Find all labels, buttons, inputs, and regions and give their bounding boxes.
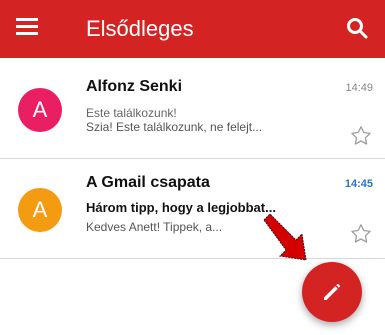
email-sender: Alfonz Senki <box>86 78 183 95</box>
page-title: Elsődleges <box>86 16 194 41</box>
search-icon[interactable] <box>345 16 369 40</box>
email-subject: Három tipp, hogy a legjobbat... <box>86 200 276 215</box>
app-bar: Elsődleges <box>0 0 385 58</box>
avatar: A <box>18 88 62 132</box>
star-outline-icon[interactable] <box>349 222 373 246</box>
email-preview: Szia! Este találkozunk, ne felejt... <box>86 120 263 134</box>
email-time: 14:45 <box>344 178 373 190</box>
email-row[interactable]: A Alfonz Senki 14:49 Este találkozunk! S… <box>0 66 385 159</box>
email-sender: A Gmail csapata <box>86 174 210 191</box>
email-subject: Este találkozunk! <box>86 106 177 120</box>
email-row[interactable]: A A Gmail csapata 14:45 Három tipp, hogy… <box>0 162 385 259</box>
compose-button[interactable] <box>302 262 362 322</box>
email-time: 14:49 <box>345 82 373 94</box>
pencil-icon <box>324 284 340 300</box>
menu-icon[interactable] <box>16 18 38 36</box>
email-preview: Kedves Anett! Tippek, a... <box>86 220 223 234</box>
avatar: A <box>18 188 62 232</box>
star-outline-icon[interactable] <box>349 124 373 148</box>
